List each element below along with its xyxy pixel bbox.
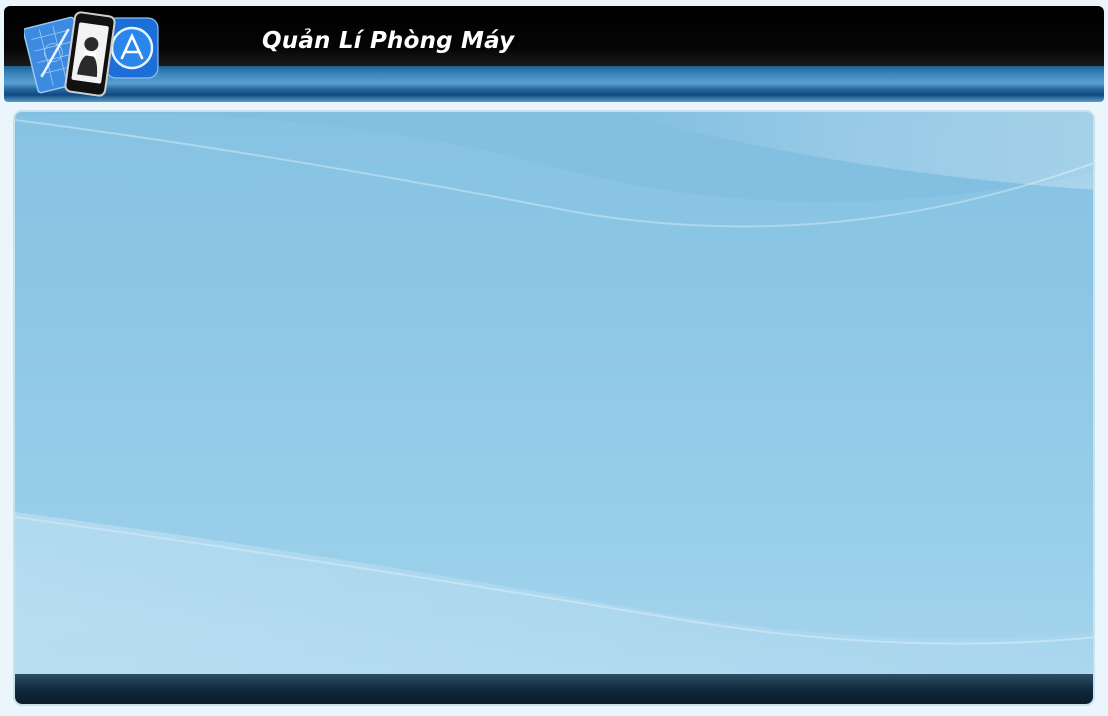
main-content-panel [13,110,1095,706]
app-logo-icon [22,6,164,98]
background-waves [15,112,1093,704]
title-bar[interactable]: Quản Lí Phòng Máy [4,6,1104,66]
window-title: Quản Lí Phòng Máy [262,28,515,54]
main-window: Quản Lí Phòng Máy [0,0,1108,716]
header-accent-strip [4,66,1104,102]
status-bar [15,674,1093,704]
